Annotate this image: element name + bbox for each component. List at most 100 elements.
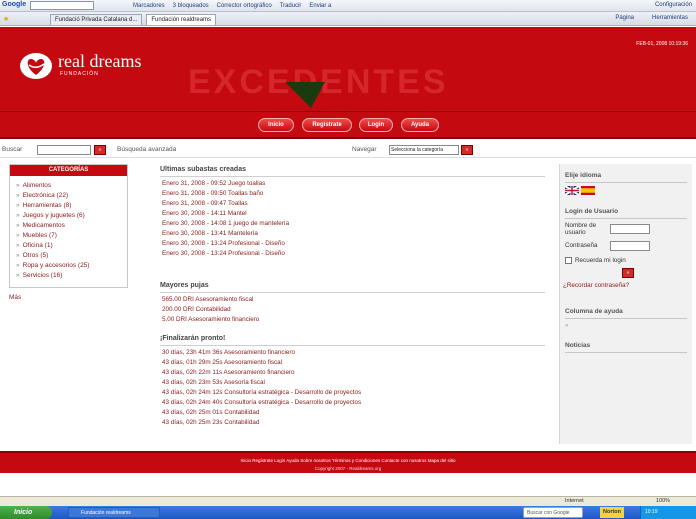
google-search-box[interactable] <box>30 1 94 10</box>
bookmarks-menu[interactable]: Marcadores <box>133 3 165 9</box>
auction-item[interactable]: Enero 30, 2008 - 14:08 1 juego de mantel… <box>162 220 289 227</box>
ending-item[interactable]: 43 días, 02h 24m 12s Consultoría estraté… <box>162 389 361 396</box>
help-column-heading: Columna de ayuda <box>565 308 623 315</box>
heart-logo-icon <box>20 53 52 79</box>
favorites-star-icon[interactable]: ★ <box>3 15 9 23</box>
page-menu[interactable]: Página <box>615 15 634 21</box>
divider <box>565 182 687 183</box>
ending-item[interactable]: 43 días, 02h 24m 40s Consultoría estraté… <box>162 399 361 406</box>
clock: 10:19 <box>645 509 658 515</box>
category-item[interactable]: » Electrónica (22) <box>16 192 68 199</box>
divider <box>160 176 545 177</box>
category-item[interactable]: » Servicios (16) <box>16 272 62 279</box>
ending-item[interactable]: 30 días, 23h 41m 36s Asesoramiento finan… <box>162 349 295 356</box>
ending-item[interactable]: 43 días, 02h 25m 23s Contabilidad <box>162 419 259 426</box>
zoom-level[interactable]: 100% <box>656 498 670 504</box>
system-tray: 10:19 <box>640 506 696 519</box>
category-item[interactable]: » Herramientas (8) <box>16 202 71 209</box>
language-heading: Elije idioma <box>565 172 602 179</box>
ending-soon-heading: ¡Finalizarán pronto! <box>160 335 226 342</box>
auction-item[interactable]: Enero 31, 2008 - 09:50 Toallas baño <box>162 190 263 197</box>
category-item[interactable]: » Ropa y accesorios (25) <box>16 262 89 269</box>
norton-button[interactable]: Norton <box>600 507 625 518</box>
taskbar-search-box[interactable]: Buscar con Google <box>523 507 583 518</box>
nav-login-button[interactable]: Login <box>359 118 393 132</box>
category-item[interactable]: » Juegos y juguetes (6) <box>16 212 85 219</box>
auction-item[interactable]: Enero 30, 2008 - 13:24 Profesional - Dis… <box>162 250 285 257</box>
category-item[interactable]: » Muebles (7) <box>16 232 57 239</box>
divider <box>160 345 545 346</box>
footer-copyright: Copyright 2007 - Realdreams.org <box>314 466 382 471</box>
nav-registrate-button[interactable]: Regístrate <box>302 118 352 132</box>
password-label: Contraseña <box>565 242 598 249</box>
google-toolbar: Google Marcadores 3 bloqueados Corrector… <box>0 0 696 12</box>
category-item[interactable]: » Alimentos <box>16 182 51 189</box>
login-submit-button[interactable]: » <box>622 268 634 278</box>
news-heading: Noticias <box>565 342 591 349</box>
footer-links[interactable]: Inicio Regístrate Login Ayuda Sobre noso… <box>0 458 696 463</box>
start-button[interactable]: Inicio <box>0 506 52 519</box>
divider <box>160 292 545 293</box>
category-select[interactable]: Selecciona la categoría <box>389 145 459 155</box>
ending-item[interactable]: 43 días, 02h 25m 01s Contabilidad <box>162 409 259 416</box>
bid-item[interactable]: 200.00 DRI Contabilidad <box>162 306 231 313</box>
advanced-search-link[interactable]: Búsqueda avanzada <box>117 146 176 153</box>
tab-fundacion-realdreams[interactable]: Fundación realdreams <box>146 14 217 25</box>
taskbar-window-button[interactable]: Fundación realdreams <box>68 507 160 518</box>
latest-auctions-heading: Ultimas subastas creadas <box>160 166 246 173</box>
tab-fundacio-privada[interactable]: Fundació Privada Catalana d... <box>50 14 143 25</box>
browser-tab-bar: ★ Fundació Privada Catalana d... Fundaci… <box>0 12 696 26</box>
categories-box: CATEGORÍAS » Alimentos » Electrónica (22) … <box>9 164 128 288</box>
divider <box>565 318 687 319</box>
bookmarks-bar: Marcadores 3 bloqueados Corrector ortogr… <box>133 2 337 9</box>
search-label: Buscar <box>2 146 23 153</box>
uk-flag-icon[interactable] <box>565 186 579 195</box>
search-row: Buscar » Búsqueda avanzada Navegar Selec… <box>0 142 696 158</box>
browse-go-button[interactable]: » <box>461 145 473 155</box>
logo-title: real dreams <box>58 51 142 71</box>
ending-item[interactable]: 43 días, 02h 23m 53s Asesoría fiscal <box>162 379 265 386</box>
category-item[interactable]: » Otros (5) <box>16 252 48 259</box>
ending-item[interactable]: 43 días, 02h 22m 11s Asesoramiento finan… <box>162 369 295 376</box>
search-input[interactable] <box>37 145 91 155</box>
user-login-heading: Login de Usuario <box>565 208 619 215</box>
divider <box>565 218 687 219</box>
site-logo[interactable]: real dreams FUNDACIÓN <box>18 47 158 87</box>
spain-flag-icon[interactable] <box>581 186 595 195</box>
auction-item[interactable]: Enero 31, 2008 - 09:47 Toallas <box>162 200 248 207</box>
settings-button[interactable]: Configuración <box>655 2 692 8</box>
tools-menu[interactable]: Herramientas <box>652 15 688 21</box>
nav-inicio-button[interactable]: Inicio <box>258 118 294 132</box>
windows-taskbar: Inicio Fundación realdreams Buscar con G… <box>0 506 696 519</box>
top-bids-heading: Mayores pujas <box>160 282 209 289</box>
username-input[interactable] <box>610 224 650 234</box>
more-categories-link[interactable]: Más <box>9 294 21 301</box>
categories-heading: CATEGORÍAS <box>10 165 127 176</box>
annotation-arrow-icon <box>285 82 325 108</box>
category-item[interactable]: » Medicamentos <box>16 222 65 229</box>
password-input[interactable] <box>610 241 650 251</box>
bid-item[interactable]: 5.00 DRI Asesoramiento financiero <box>162 316 259 323</box>
spellcheck-button[interactable]: Corrector ortográfico <box>217 3 272 9</box>
remember-checkbox[interactable] <box>565 257 572 264</box>
site-footer: Inicio Regístrate Login Ayuda Sobre noso… <box>0 451 696 473</box>
ending-item[interactable]: 43 días, 01h 29m 25s Asesoramiento fisca… <box>162 359 282 366</box>
remember-label: Recuerda mi login <box>575 257 626 264</box>
search-go-button[interactable]: » <box>94 145 106 155</box>
send-to-button[interactable]: Enviar a <box>309 3 331 9</box>
auction-item[interactable]: Enero 30, 2008 - 14:11 Mantel <box>162 210 247 217</box>
popups-blocked[interactable]: 3 bloqueados <box>173 3 209 9</box>
auction-item[interactable]: Enero 30, 2008 - 13:24 Profesional - Dis… <box>162 240 285 247</box>
browser-status-bar: Internet 100% <box>0 496 696 506</box>
help-arrow[interactable]: » <box>565 322 569 329</box>
browse-label: Navegar <box>352 146 377 153</box>
main-nav: Inicio Regístrate Login Ayuda <box>0 111 696 139</box>
bid-item[interactable]: 565.00 DRI Asesoramiento fiscal <box>162 296 253 303</box>
nav-ayuda-button[interactable]: Ayuda <box>401 118 439 132</box>
auction-item[interactable]: Enero 30, 2008 - 13:41 Mantelería <box>162 230 258 237</box>
auction-item[interactable]: Enero 31, 2008 - 09:52 Juego toallas <box>162 180 265 187</box>
header-datetime: FEB-01, 2008 10:19:36 <box>636 41 688 47</box>
translate-button[interactable]: Traducir <box>280 3 302 9</box>
category-item[interactable]: » Oficina (1) <box>16 242 53 249</box>
forgot-password-link[interactable]: ¿Recordar contraseña? <box>563 282 629 289</box>
